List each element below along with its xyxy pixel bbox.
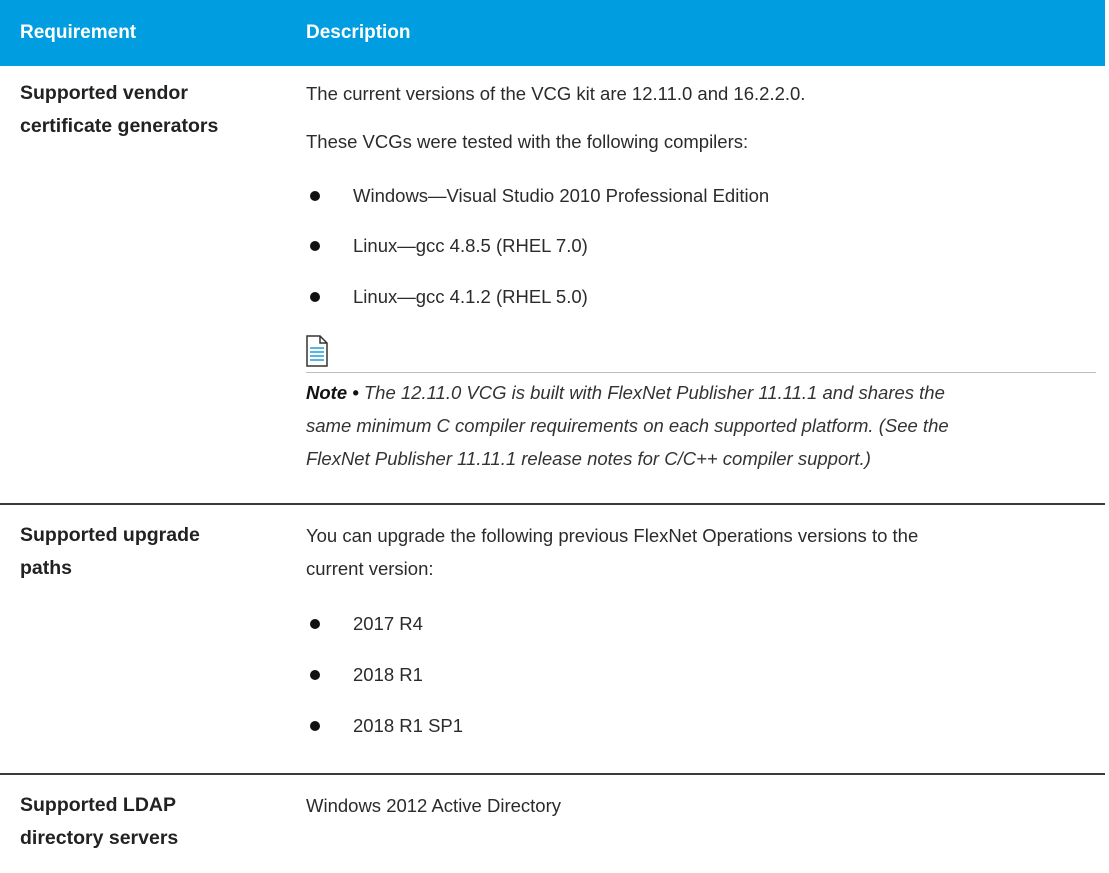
requirement-line: Supported LDAP [20,794,176,816]
note-line: FlexNet Publisher 11.11.1 release notes … [306,448,871,469]
description-cell: Windows 2012 Active Directory [306,775,1096,870]
description-cell: The current versions of the VCG kit are … [306,66,1096,496]
note-divider [306,372,1096,373]
requirement-cell: Supported upgrade paths [20,519,280,585]
bullet-icon [310,619,320,629]
table-header: Requirement Description [0,0,1105,66]
list-item-text: Linux—gcc 4.8.5 (RHEL 7.0) [353,235,588,256]
list-item-text: 2017 R4 [353,613,423,634]
note-text: Note • The 12.11.0 VCG is built with Fle… [306,376,1096,475]
note-line-text: The 12.11.0 VCG is built with FlexNet Pu… [363,382,945,403]
requirement-line: certificate generators [20,115,219,137]
description-line: You can upgrade the following previous F… [306,525,919,546]
list-item-text: 2018 R1 SP1 [353,715,464,736]
bullet-icon [310,670,320,680]
requirement-cell: Supported vendor certificate generators [20,77,280,143]
note-line: Note • The 12.11.0 VCG is built with Fle… [306,376,1096,409]
header-requirement: Requirement [20,22,137,43]
description-text: Windows 2012 Active Directory [306,795,561,816]
table-row: Supported upgrade paths You can upgrade … [0,505,1105,763]
description-text: These VCGs were tested with the followin… [306,131,749,152]
list-item-text: Linux—gcc 4.1.2 (RHEL 5.0) [353,286,588,307]
table-row: Supported vendor certificate generators … [0,66,1105,501]
requirement-line: Supported vendor [20,82,188,104]
requirement-line: directory servers [20,827,179,849]
table-row: Supported LDAP directory servers Windows… [0,775,1105,870]
note-line: same minimum C compiler requirements on … [306,415,949,436]
header-description: Description [306,22,411,43]
requirement-line: Supported upgrade [20,524,200,546]
requirement-cell: Supported LDAP directory servers [20,789,280,855]
description-cell: You can upgrade the following previous F… [306,505,1096,763]
description-line: current version: [306,558,434,579]
note-document-icon [306,335,328,367]
bullet-icon [310,292,320,302]
bullet-icon [310,191,320,201]
requirement-line: paths [20,557,73,579]
bullet-icon [310,721,320,731]
list-item-text: 2018 R1 [353,664,423,685]
list-item-text: Windows—Visual Studio 2010 Professional … [353,185,770,206]
note-label: Note • [306,382,359,403]
bullet-icon [310,241,320,251]
description-text: You can upgrade the following previous F… [306,519,918,585]
description-text: The current versions of the VCG kit are … [306,83,806,104]
